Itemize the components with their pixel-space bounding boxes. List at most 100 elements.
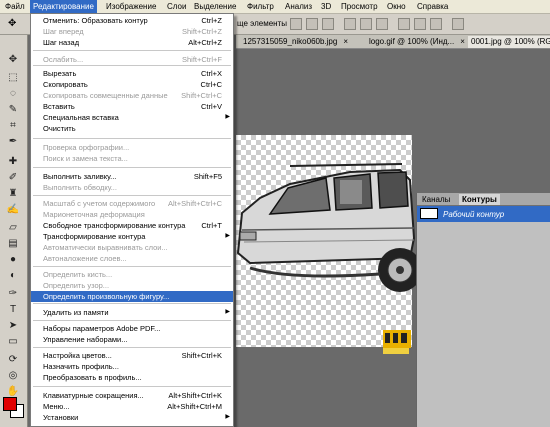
- move-tool-icon[interactable]: ✥: [8, 18, 16, 29]
- menu-separator: [33, 347, 231, 348]
- menu-select[interactable]: Выделение: [191, 0, 239, 13]
- pen-tool-icon[interactable]: ✑: [5, 287, 21, 301]
- menu-item-label: Преобразовать в профиль...: [43, 373, 142, 382]
- edit-menu-item[interactable]: Наборы параметров Adobe PDF...: [31, 323, 233, 334]
- edit-menu-item[interactable]: Свободное трансформирование контура Ctrl+…: [31, 220, 233, 231]
- panel-tabs: Каналы Контуры: [417, 193, 550, 206]
- path-select-icon[interactable]: ➤: [5, 319, 21, 333]
- paths-panel: Каналы Контуры Рабочий контур: [416, 193, 550, 427]
- blur-tool-icon[interactable]: ●: [5, 253, 21, 267]
- doc-tab[interactable]: logo.gif @ 100% (Инд... ×: [366, 36, 468, 48]
- edit-menu-item[interactable]: Определить произвольную фигуру...: [31, 291, 233, 302]
- menu-item-label: Специальная вставка: [43, 113, 119, 122]
- edit-menu-item[interactable]: Управление наборами...: [31, 334, 233, 345]
- menu-file[interactable]: Файл: [2, 0, 28, 13]
- menu-item-label: Определить узор...: [43, 281, 110, 290]
- align-icon[interactable]: [290, 18, 302, 30]
- move-tool-icon[interactable]: ✥: [5, 53, 21, 67]
- logo-image: [383, 330, 411, 354]
- menu-analysis[interactable]: Анализ: [282, 0, 315, 13]
- menu-image[interactable]: Изображение: [103, 0, 159, 13]
- dodge-tool-icon[interactable]: ◐: [5, 269, 21, 283]
- close-icon[interactable]: ×: [343, 37, 348, 46]
- menu-separator: [33, 50, 231, 51]
- path-row[interactable]: Рабочий контур: [417, 206, 550, 222]
- 3d-rotate-icon[interactable]: ⟳: [5, 353, 21, 367]
- menu-item-label: Назначить профиль...: [43, 362, 119, 371]
- edit-menu-item[interactable]: Вырезать Ctrl+X: [31, 68, 233, 79]
- distribute-icon[interactable]: [360, 18, 372, 30]
- doc-tab-label: 1257315059_niko060b.jpg: [243, 37, 338, 46]
- menu-item-shortcut: Alt+Ctrl+Z: [188, 38, 222, 47]
- tab-channels[interactable]: Каналы: [419, 194, 453, 205]
- menu-filter[interactable]: Фильтр: [244, 0, 277, 13]
- edit-menu-item[interactable]: Отменить: Образовать контур Ctrl+Z: [31, 15, 233, 26]
- close-icon[interactable]: ×: [460, 37, 465, 46]
- menu-layers[interactable]: Слои: [164, 0, 189, 13]
- menu-item-shortcut: Alt+Shift+Ctrl+K: [168, 391, 222, 400]
- 3d-orbit-icon[interactable]: ◎: [5, 369, 21, 383]
- edit-menu-item[interactable]: Клавиатурные сокращения... Alt+Shift+Ctrl…: [31, 390, 233, 401]
- edit-menu-item[interactable]: Меню... Alt+Shift+Ctrl+M: [31, 401, 233, 412]
- menu-edit[interactable]: Редактирование: [30, 0, 97, 13]
- edit-menu-item[interactable]: Преобразовать в профиль...: [31, 372, 233, 383]
- brush-tool-icon[interactable]: ✐: [5, 171, 21, 185]
- edit-menu-item[interactable]: Удалить из памяти ▶: [31, 307, 233, 318]
- tab-paths[interactable]: Контуры: [459, 194, 500, 205]
- menu-item-label: Настройка цветов...: [43, 351, 112, 360]
- edit-menu: Отменить: Образовать контур Ctrl+Z Шаг впе…: [30, 13, 234, 427]
- crop-tool-icon[interactable]: ⌗: [5, 119, 21, 133]
- path-label: Рабочий контур: [443, 210, 505, 219]
- menu-view[interactable]: Просмотр: [338, 0, 381, 13]
- menu-window[interactable]: Окно: [384, 0, 409, 13]
- doc-tab[interactable]: 0001.jpg @ 100% (RGB: [468, 36, 550, 48]
- distribute-icon[interactable]: [376, 18, 388, 30]
- edit-menu-item[interactable]: Установки ▶: [31, 412, 233, 423]
- menu-separator: [33, 65, 231, 66]
- auto-align-icon[interactable]: [452, 18, 464, 30]
- menu-item-label: Установки: [43, 413, 79, 422]
- clone-stamp-icon[interactable]: ♜: [5, 187, 21, 201]
- edit-menu-item[interactable]: Очистить: [31, 123, 233, 134]
- foreground-color-swatch[interactable]: [3, 397, 17, 411]
- distribute-icon[interactable]: [430, 18, 442, 30]
- edit-menu-item[interactable]: Трансформирование контура ▶: [31, 231, 233, 242]
- lasso-tool-icon[interactable]: ◌: [5, 87, 21, 101]
- distribute-icon[interactable]: [344, 18, 356, 30]
- menu-separator: [33, 320, 231, 321]
- edit-menu-item[interactable]: Назначить профиль...: [31, 361, 233, 372]
- menu-item-shortcut: Alt+Shift+Ctrl+C: [168, 199, 222, 208]
- eraser-tool-icon[interactable]: ▱: [5, 221, 21, 235]
- edit-menu-item: Автоналожение слоев...: [31, 253, 233, 264]
- edit-menu-item[interactable]: Специальная вставка ▶: [31, 112, 233, 123]
- distribute-icon[interactable]: [398, 18, 410, 30]
- edit-menu-item[interactable]: Скопировать Ctrl+C: [31, 79, 233, 90]
- align-icon[interactable]: [306, 18, 318, 30]
- edit-menu-item[interactable]: Шаг назад Alt+Ctrl+Z: [31, 37, 233, 48]
- menu-item-shortcut: Shift+Ctrl+K: [181, 351, 222, 360]
- edit-menu-item: Определить узор...: [31, 280, 233, 291]
- menu-item-label: Определить кисть...: [43, 270, 113, 279]
- doc-tab[interactable]: 1257315059_niko060b.jpg ×: [240, 36, 351, 48]
- menu-item-shortcut: Ctrl+X: [200, 69, 222, 78]
- edit-menu-item: Скопировать совмещенные данные Shift+Ctrl…: [31, 90, 233, 101]
- menu-3d[interactable]: 3D: [318, 0, 334, 13]
- menu-help[interactable]: Справка: [414, 0, 451, 13]
- type-tool-icon[interactable]: T: [5, 303, 21, 317]
- menu-item-label: Скопировать: [43, 80, 88, 89]
- align-icon[interactable]: [322, 18, 334, 30]
- gradient-tool-icon[interactable]: ▤: [5, 237, 21, 251]
- edit-menu-item[interactable]: Вставить Ctrl+V: [31, 101, 233, 112]
- edit-menu-item[interactable]: Выполнить заливку... Shift+F5: [31, 171, 233, 182]
- marquee-tool-icon[interactable]: ⬚: [5, 71, 21, 85]
- menu-separator: [33, 266, 231, 267]
- healing-brush-icon[interactable]: ✚: [5, 155, 21, 169]
- edit-menu-item: Поиск и замена текста...: [31, 153, 233, 164]
- distribute-icon[interactable]: [414, 18, 426, 30]
- eyedropper-icon[interactable]: ✒: [5, 135, 21, 149]
- history-brush-icon[interactable]: ✍: [5, 203, 21, 217]
- menu-item-label: Автоматически выравнивать слои...: [43, 243, 168, 252]
- shape-tool-icon[interactable]: ▭: [5, 335, 21, 349]
- edit-menu-item[interactable]: Настройка цветов... Shift+Ctrl+K: [31, 350, 233, 361]
- quick-select-icon[interactable]: ✎: [5, 103, 21, 117]
